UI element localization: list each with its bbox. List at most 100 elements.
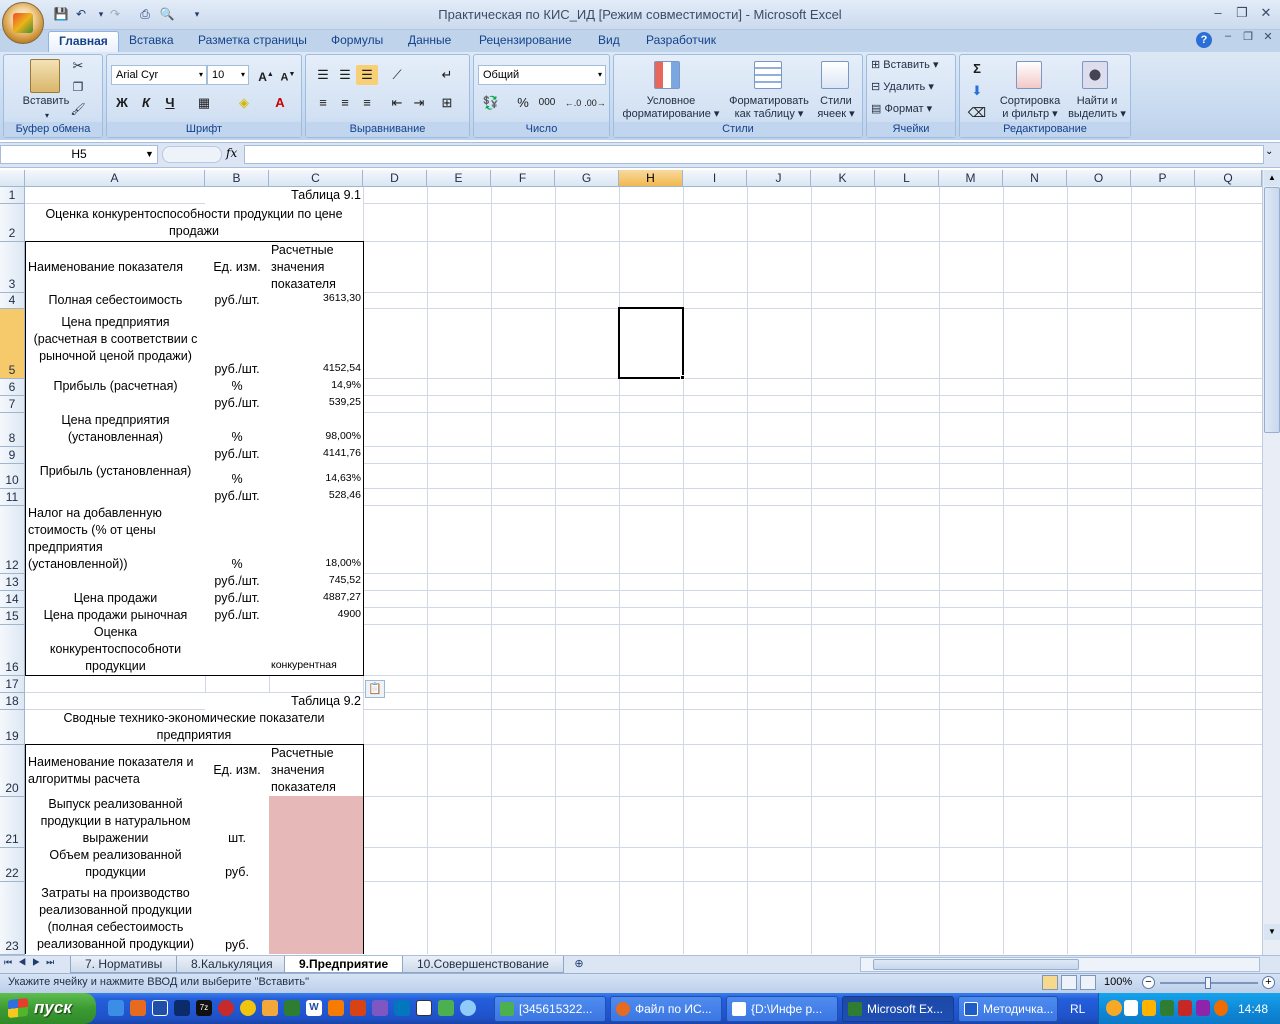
autosum-button[interactable]: Σ	[966, 59, 988, 79]
media-quick-icon[interactable]	[438, 1000, 454, 1016]
tab-page-layout[interactable]: Разметка страницы	[188, 31, 317, 52]
cell-b7[interactable]: руб./шт.	[205, 395, 270, 413]
cell-a14[interactable]: Цена продажи	[25, 590, 206, 608]
cell-a13[interactable]	[25, 573, 206, 591]
cut-icon[interactable]: ✂	[70, 59, 86, 72]
align-bottom-icon[interactable]: ☰	[356, 65, 378, 85]
underline-button[interactable]: Ч	[159, 93, 181, 113]
cell-c3[interactable]: Расчетные значения показателя	[269, 241, 364, 293]
row-header-14[interactable]: 14	[0, 591, 25, 608]
cell-a2[interactable]: Оценка конкурентоспособности продукции п…	[25, 204, 363, 242]
formula-bar-handle[interactable]	[162, 146, 222, 163]
row-header-10[interactable]: 10	[0, 464, 25, 489]
column-header-q[interactable]: Q	[1195, 170, 1262, 187]
cell-a7[interactable]	[25, 395, 206, 413]
cell-c20[interactable]: Расчетные значения показателя	[269, 744, 364, 797]
cell-c7[interactable]: 539,25	[269, 395, 364, 413]
format-cells-button[interactable]: ▤ Формат ▾	[871, 103, 955, 116]
fill-icon[interactable]: ⬇	[966, 81, 988, 101]
font-color-icon[interactable]: A	[269, 93, 291, 113]
number-format-combo[interactable]: Общий ▾	[478, 65, 606, 85]
cell-a10[interactable]: Прибыль (установленная)	[25, 463, 206, 489]
conditional-formatting-button[interactable]: Условное форматирование ▾	[616, 95, 726, 121]
merge-center-icon[interactable]: ⊞	[436, 93, 458, 113]
expand-formula-bar-icon[interactable]: ⌄	[1265, 146, 1273, 157]
column-header-c[interactable]: C	[269, 170, 363, 187]
column-header-g[interactable]: G	[555, 170, 619, 187]
tab-review[interactable]: Рецензирование	[469, 31, 582, 52]
select-all-corner[interactable]	[0, 170, 25, 187]
row-header-11[interactable]: 11	[0, 489, 25, 506]
increase-indent-icon[interactable]: ⇥	[408, 93, 430, 113]
row-header-13[interactable]: 13	[0, 574, 25, 591]
row-header-4[interactable]: 4	[0, 293, 25, 309]
access-quick-icon[interactable]	[350, 1000, 366, 1016]
column-header-l[interactable]: L	[875, 170, 939, 187]
cell-c14[interactable]: 4887,27	[269, 590, 364, 608]
worksheet-grid[interactable]: Таблица 9.1 Оценка конкурентоспособности…	[25, 187, 1262, 954]
cell-a22[interactable]: Объем реализованной продукции	[25, 847, 206, 882]
insert-function-button[interactable]: fx	[226, 146, 237, 160]
horizontal-scroll-thumb[interactable]	[873, 959, 1079, 970]
office-button[interactable]	[2, 2, 44, 44]
row-header-17[interactable]: 17	[0, 676, 25, 693]
tab-formulas[interactable]: Формулы	[321, 31, 393, 52]
help-icon[interactable]: ?	[1196, 32, 1212, 48]
taskbar-button-5[interactable]: Методичка...	[958, 996, 1058, 1022]
cell-b10[interactable]: %	[205, 463, 270, 489]
cell-a8[interactable]: Цена предприятия (установленная)	[25, 412, 206, 447]
cell-b11[interactable]: руб./шт.	[205, 488, 270, 506]
cell-c16[interactable]: конкурентная	[269, 624, 364, 676]
volume-icon[interactable]	[1142, 1000, 1156, 1016]
start-button[interactable]: пуск	[0, 993, 96, 1024]
borders-icon[interactable]: ▦	[193, 93, 215, 113]
column-header-e[interactable]: E	[427, 170, 491, 187]
cell-c6[interactable]: 14,9%	[269, 378, 364, 396]
cell-a6[interactable]: Прибыль (расчетная)	[25, 378, 206, 396]
vertical-scroll-thumb[interactable]	[1264, 187, 1280, 433]
cell-b16[interactable]	[205, 624, 270, 676]
row-header-6[interactable]: 6	[0, 379, 25, 396]
taskbar-button-1[interactable]: [345615322...	[494, 996, 606, 1022]
cell-c4[interactable]: 3613,30	[269, 292, 364, 309]
row-header-7[interactable]: 7	[0, 396, 25, 413]
row-header-1[interactable]: 1	[0, 187, 25, 204]
align-top-icon[interactable]: ☰	[312, 65, 334, 85]
sheet-nav-arrows-icon[interactable]: ⏮◀▶⏭	[4, 957, 60, 968]
align-left-icon[interactable]: ≡	[312, 93, 334, 113]
tab-data[interactable]: Данные	[398, 31, 461, 52]
shield-icon[interactable]	[1160, 1000, 1174, 1016]
zoom-level[interactable]: 100%	[1104, 976, 1132, 988]
cell-c11[interactable]: 528,46	[269, 488, 364, 506]
7zip-icon[interactable]: 7z	[196, 1000, 212, 1016]
cell-styles-button[interactable]: Стили ячеек ▾	[812, 95, 860, 121]
tab-developer[interactable]: Разработчик	[636, 31, 726, 52]
align-right-icon[interactable]: ≡	[356, 93, 378, 113]
cell-a11[interactable]	[25, 488, 206, 506]
cell-a9[interactable]	[25, 446, 206, 464]
taskbar-button-excel[interactable]: Microsoft Ex...	[842, 996, 954, 1022]
tray-icon[interactable]	[1106, 1000, 1122, 1016]
row-header-21[interactable]: 21	[0, 797, 25, 848]
tab-insert[interactable]: Вставка	[119, 31, 184, 52]
row-header-5[interactable]: 5	[0, 309, 25, 379]
redo-icon[interactable]: ↷	[106, 5, 124, 23]
cell-b13[interactable]: руб./шт.	[205, 573, 270, 591]
paste-dropdown-icon[interactable]: ▾	[42, 109, 52, 122]
format-as-table-button[interactable]: Форматировать как таблицу ▾	[724, 95, 814, 121]
sheet-tab-predpriyatie[interactable]: 9.Предприятие	[284, 956, 404, 973]
column-header-k[interactable]: K	[811, 170, 875, 187]
undo-icon[interactable]: ↶	[72, 5, 90, 23]
row-header-22[interactable]: 22	[0, 848, 25, 882]
decrease-indent-icon[interactable]: ⇤	[386, 93, 408, 113]
cell-a23[interactable]: Затраты на производство реализованной пр…	[25, 881, 206, 954]
close-button[interactable]: ✕	[1254, 5, 1278, 23]
cell-b9[interactable]: руб./шт.	[205, 446, 270, 464]
cell-c22[interactable]	[269, 847, 364, 882]
cell-b6[interactable]: %	[205, 378, 270, 396]
zoom-slider-thumb[interactable]	[1205, 977, 1211, 989]
vertical-scrollbar[interactable]: ▲ ▼	[1262, 170, 1280, 955]
column-header-p[interactable]: P	[1131, 170, 1195, 187]
font-size-combo[interactable]: 10 ▾	[207, 65, 249, 85]
find-select-button[interactable]: Найти и выделить ▾	[1064, 95, 1130, 121]
